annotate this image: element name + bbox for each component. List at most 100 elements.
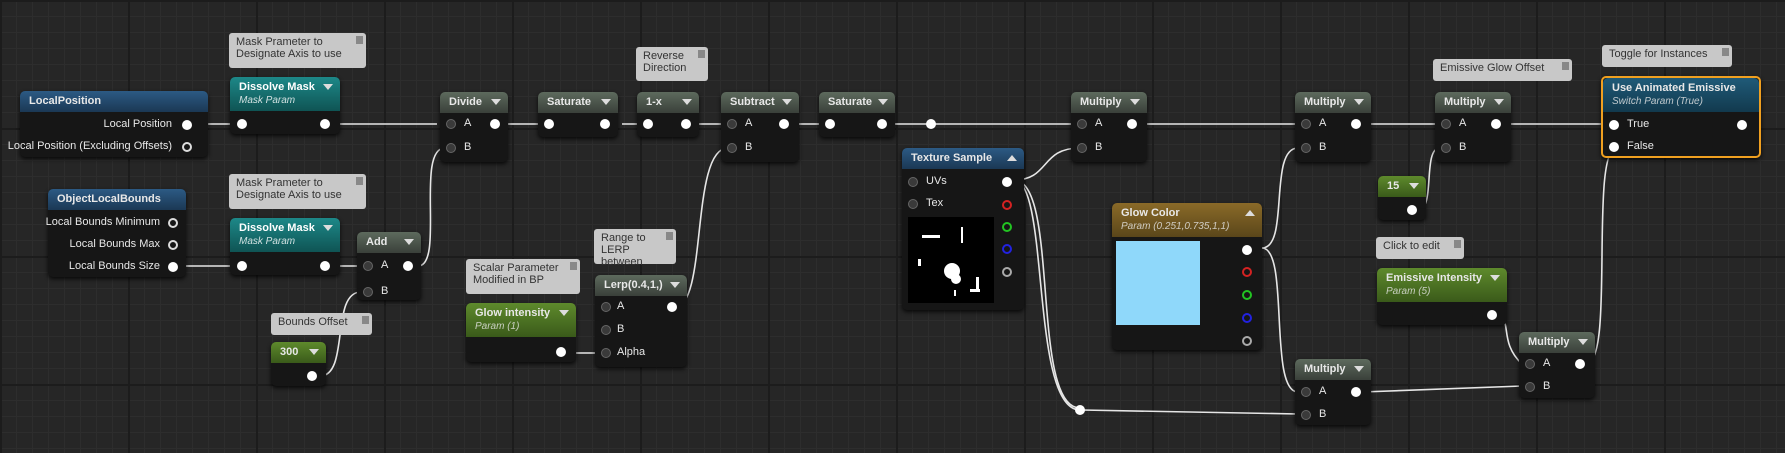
output-pin[interactable] [556,347,566,357]
comment-bounds-offset[interactable]: Bounds Offset [271,313,372,335]
chevron-down-icon[interactable] [1578,339,1588,345]
input-pin-a[interactable] [363,261,373,271]
multiply-node-3[interactable]: Multiply A B [1435,92,1511,162]
input-pin-b[interactable] [1301,143,1311,153]
output-pin[interactable] [182,120,192,130]
input-pin-tex[interactable] [908,199,918,209]
output-pin[interactable] [307,371,317,381]
input-pin-true[interactable] [1609,120,1619,130]
dissolve-mask-node-2[interactable]: Dissolve Mask Mask Param [230,218,340,275]
chevron-up-icon[interactable] [1007,155,1017,161]
output-pin[interactable] [403,261,413,271]
use-animated-emissive-node[interactable]: Use Animated Emissive Switch Param (True)… [1601,76,1761,158]
output-pin[interactable] [1407,205,1417,215]
chevron-down-icon[interactable] [323,84,333,90]
output-pin[interactable] [1575,359,1585,369]
reroute-node[interactable] [1075,405,1085,415]
output-pin-a[interactable] [1002,267,1012,277]
input-pin-a[interactable] [1441,119,1451,129]
input-pin-b[interactable] [1441,143,1451,153]
input-pin-alpha[interactable] [601,348,611,358]
output-pin[interactable] [1737,120,1747,130]
output-pin[interactable] [320,119,330,129]
divide-node[interactable]: Divide A B [440,92,508,162]
chevron-down-icon[interactable] [559,310,569,316]
texture-sample-node[interactable]: Texture Sample UVs Tex [902,148,1024,310]
chevron-down-icon[interactable] [601,99,611,105]
input-pin-a[interactable] [1301,119,1311,129]
output-pin[interactable] [490,119,500,129]
output-pin[interactable] [168,218,178,228]
input-pin-b[interactable] [1301,410,1311,420]
output-pin-r[interactable] [1002,200,1012,210]
multiply-node-1[interactable]: Multiply A B [1071,92,1147,162]
comment-emissive-glow-offset[interactable]: Emissive Glow Offset [1433,59,1572,81]
output-pin-rgb[interactable] [1242,245,1252,255]
object-local-bounds-node[interactable]: ObjectLocalBounds Local Bounds Minimum L… [46,189,186,277]
input-pin-b[interactable] [446,143,456,153]
output-pin[interactable] [1491,119,1501,129]
input-pin-b[interactable] [1525,382,1535,392]
input-pin[interactable] [544,119,554,129]
chevron-down-icon[interactable] [323,225,333,231]
output-pin[interactable] [877,119,887,129]
multiply-node-lower[interactable]: Multiply A B [1295,359,1371,425]
chevron-up-icon[interactable] [1245,210,1255,216]
output-pin-g[interactable] [1242,290,1252,300]
input-pin-a[interactable] [1301,387,1311,397]
chevron-down-icon[interactable] [1354,99,1364,105]
lerp-node[interactable]: Lerp(0.4,1,) A B Alpha [595,275,687,367]
input-pin-b[interactable] [1077,143,1087,153]
chevron-down-icon[interactable] [309,349,319,355]
output-pin-g[interactable] [1002,222,1012,232]
output-pin[interactable] [667,302,677,312]
output-pin[interactable] [168,240,178,250]
input-pin[interactable] [825,119,835,129]
chevron-down-icon[interactable] [670,282,680,288]
chevron-down-icon[interactable] [1494,99,1504,105]
input-pin-a[interactable] [601,302,611,312]
multiply-node-4[interactable]: Multiply A B [1519,332,1595,398]
chevron-down-icon[interactable] [1354,366,1364,372]
comment-reverse-direction[interactable]: Reverse Direction [636,47,708,81]
chevron-down-icon[interactable] [1130,99,1140,105]
output-pin-b[interactable] [1242,313,1252,323]
emissive-intensity-node[interactable]: Emissive Intensity Param (5) [1377,268,1507,325]
constant-300-node[interactable]: 300 [271,342,326,386]
output-pin[interactable] [1351,387,1361,397]
glow-intensity-node[interactable]: Glow intensity Param (1) [466,303,576,362]
output-pin[interactable] [168,262,178,272]
output-pin[interactable] [600,119,610,129]
subtract-node[interactable]: Subtract A B [721,92,799,162]
output-pin[interactable] [1351,119,1361,129]
comment-mask-1[interactable]: Mask Prameter to Designate Axis to use [229,33,366,68]
input-pin-a[interactable] [727,119,737,129]
input-pin[interactable] [237,261,247,271]
comment-lerp-range[interactable]: Range to LERP between [594,229,676,268]
chevron-down-icon[interactable] [404,239,414,245]
chevron-down-icon[interactable] [1490,275,1500,281]
input-pin-false[interactable] [1609,142,1619,152]
constant-15-node[interactable]: 15 [1378,176,1426,220]
glow-color-node[interactable]: Glow Color Param (0.251,0.735,1,1) [1112,203,1262,350]
chevron-down-icon[interactable] [1409,183,1419,189]
output-pin-a[interactable] [1242,336,1252,346]
reroute-node[interactable] [926,119,936,129]
output-pin[interactable] [1127,119,1137,129]
output-pin[interactable] [779,119,789,129]
output-pin[interactable] [1487,310,1497,320]
input-pin-a[interactable] [1077,119,1087,129]
input-pin[interactable] [643,119,653,129]
input-pin-b[interactable] [601,325,611,335]
chevron-down-icon[interactable] [491,99,501,105]
output-pin-b[interactable] [1002,244,1012,254]
output-pin[interactable] [681,119,691,129]
one-minus-node[interactable]: 1-x [637,92,699,137]
comment-toggle-instances[interactable]: Toggle for Instances [1602,45,1732,67]
input-pin-uvs[interactable] [908,177,918,187]
output-pin[interactable] [182,142,192,152]
input-pin-a[interactable] [446,119,456,129]
input-pin-b[interactable] [363,287,373,297]
output-pin-rgb[interactable] [1002,177,1012,187]
comment-mask-2[interactable]: Mask Prameter to Designate Axis to use [229,174,366,209]
